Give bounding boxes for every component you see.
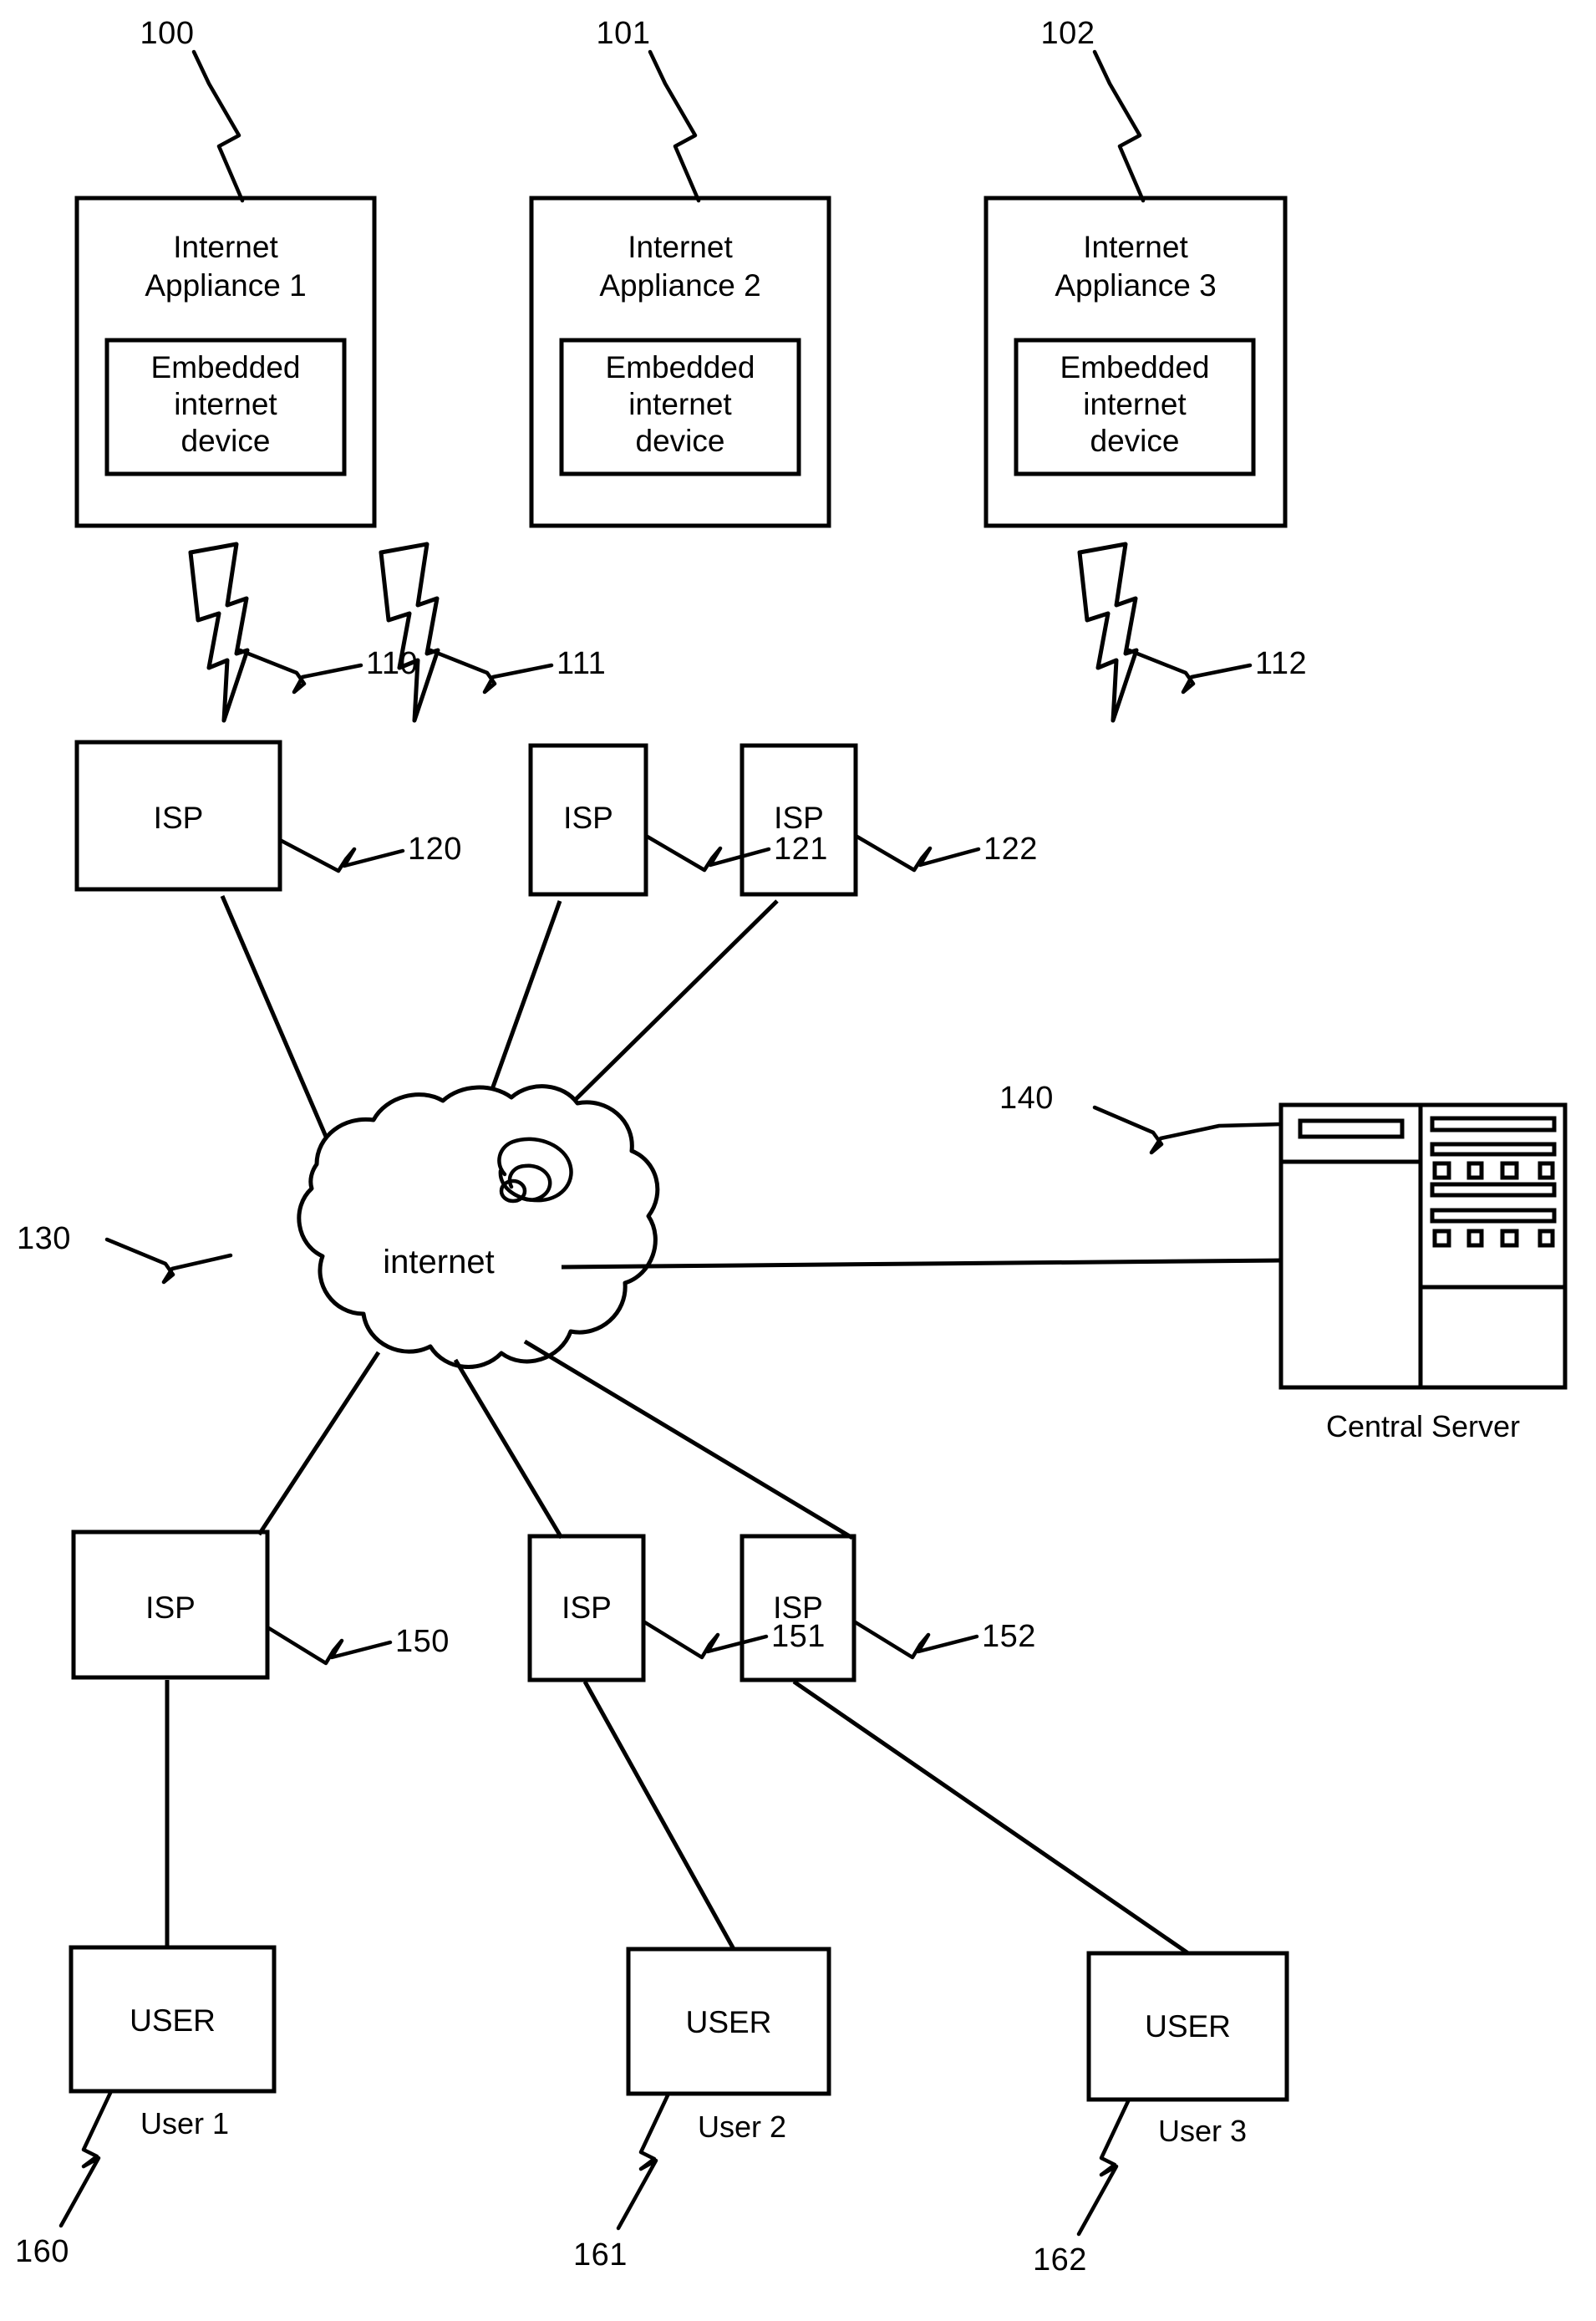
ref-lead-110 — [237, 648, 363, 695]
appliance-2-embedded-line2: internet — [628, 387, 732, 421]
appliance-1-embedded-line1: Embedded — [150, 350, 301, 384]
user-2-label: USER — [685, 2005, 772, 2039]
user-3-label: USER — [1145, 2009, 1231, 2044]
ref-lead-161 — [616, 2091, 671, 2231]
user-3-caption: User 3 — [1158, 2114, 1248, 2148]
ref-number-162: 162 — [1033, 2242, 1087, 2278]
wireless-bolt-110-group — [188, 542, 363, 723]
ref-number-112: 112 — [1255, 646, 1308, 681]
ref-number-152: 152 — [982, 1619, 1036, 1654]
central-server-bar-4 — [1430, 1208, 1557, 1224]
patent-figure: 100 101 102 Internet Appliance 1 Embedde… — [0, 0, 1596, 2321]
wireless-bolt-112-group — [1077, 542, 1253, 723]
central-server-bar-1 — [1430, 1116, 1557, 1133]
appliance-3-embedded-line1: Embedded — [1060, 350, 1210, 384]
ref-number-102: 102 — [1040, 16, 1095, 51]
ref-lead-150 — [265, 1625, 393, 1666]
user-1-label: USER — [130, 2003, 216, 2038]
user-2-group[interactable] — [616, 1947, 831, 2231]
central-server-indicator — [1538, 1161, 1555, 1180]
link-cloud-central-server — [561, 1258, 1282, 1270]
appliance-1-embedded-line3: device — [180, 424, 271, 458]
ref-number-120: 120 — [408, 832, 462, 867]
ref-lead-160 — [58, 2089, 114, 2228]
central-server-indicator — [1500, 1229, 1519, 1248]
internet-cloud-label: internet — [383, 1244, 495, 1280]
lightning-bolt-icon — [188, 542, 250, 723]
appliance-2-title-line1: Internet — [628, 230, 733, 264]
central-server-bar-3 — [1430, 1182, 1557, 1198]
link-isp151-user2 — [582, 1680, 736, 1951]
appliance-3-title-line2: Appliance 3 — [1055, 268, 1217, 303]
wireless-bolt-111-group — [379, 542, 554, 723]
appliance-3-ref-lead — [1092, 49, 1146, 203]
diagram-vector-layer — [58, 49, 1568, 2237]
link-cloud-isp152 — [523, 1339, 854, 1540]
link-cloud-isp150 — [257, 1351, 381, 1536]
cloud-shape[interactable] — [297, 1084, 660, 1369]
appliance-1-ref-lead — [191, 49, 245, 203]
ref-number-100: 100 — [140, 16, 195, 51]
link-isp120-cloud — [220, 895, 337, 1157]
ref-lead-121 — [643, 833, 771, 873]
appliance-3-embedded-line3: device — [1090, 424, 1180, 458]
central-server-drive-slot — [1298, 1118, 1405, 1139]
user-1-group[interactable] — [58, 1945, 277, 2228]
internet-cloud-group[interactable] — [104, 1084, 660, 1369]
isp-150-label: ISP — [145, 1591, 196, 1625]
isp-121-label: ISP — [563, 801, 613, 835]
ref-lead-120 — [277, 837, 405, 873]
user-2-caption: User 2 — [698, 2110, 787, 2144]
ref-lead-130 — [104, 1237, 233, 1285]
central-server-indicator — [1432, 1161, 1451, 1180]
ref-lead-112 — [1126, 648, 1253, 695]
ref-number-121: 121 — [774, 832, 828, 867]
link-cloud-isp151 — [453, 1358, 564, 1540]
lightning-bolt-icon — [1077, 542, 1139, 723]
appliance-1-title-line2: Appliance 1 — [145, 268, 307, 303]
central-server-indicator — [1538, 1229, 1555, 1248]
ref-number-140: 140 — [999, 1081, 1054, 1116]
ref-lead-140 — [1092, 1105, 1283, 1155]
appliance-3-title-line1: Internet — [1083, 230, 1188, 264]
isp-151-label: ISP — [562, 1591, 612, 1625]
ref-lead-151 — [641, 1619, 769, 1660]
ref-number-130: 130 — [17, 1221, 71, 1256]
ref-lead-152 — [851, 1619, 979, 1660]
appliance-3-embedded-line2: internet — [1083, 387, 1187, 421]
ref-number-111: 111 — [557, 646, 607, 681]
ref-number-110: 110 — [366, 646, 419, 681]
ref-number-151: 151 — [771, 1619, 826, 1654]
central-server-bar-2 — [1430, 1142, 1557, 1157]
isp-120-label: ISP — [153, 801, 204, 835]
ref-lead-162 — [1076, 2097, 1131, 2237]
appliance-2-ref-lead — [648, 49, 701, 203]
central-server-indicator — [1466, 1161, 1484, 1180]
appliance-2-embedded-line1: Embedded — [605, 350, 755, 384]
central-server-indicator — [1432, 1229, 1451, 1248]
central-server-group[interactable] — [1092, 1102, 1568, 1390]
central-server-indicator — [1500, 1161, 1519, 1180]
central-server-caption: Central Server — [1325, 1409, 1521, 1443]
ref-number-150: 150 — [395, 1624, 450, 1659]
lightning-bolt-icon — [379, 542, 440, 723]
ref-lead-122 — [853, 833, 981, 873]
appliance-2-title-line2: Appliance 2 — [599, 268, 761, 303]
user-3-group[interactable] — [1076, 1951, 1289, 2237]
central-server-cabinet[interactable] — [1278, 1102, 1568, 1390]
appliance-1-embedded-line2: internet — [174, 387, 277, 421]
ref-number-122: 122 — [984, 832, 1038, 867]
ref-number-160: 160 — [15, 2234, 69, 2269]
appliance-1-title-line1: Internet — [173, 230, 278, 264]
user-1-caption: User 1 — [140, 2106, 230, 2140]
central-server-indicator — [1466, 1229, 1484, 1248]
ref-number-101: 101 — [596, 16, 651, 51]
link-isp152-user3 — [792, 1679, 1190, 1956]
ref-number-161: 161 — [573, 2237, 628, 2273]
appliance-2-embedded-line3: device — [635, 424, 725, 458]
